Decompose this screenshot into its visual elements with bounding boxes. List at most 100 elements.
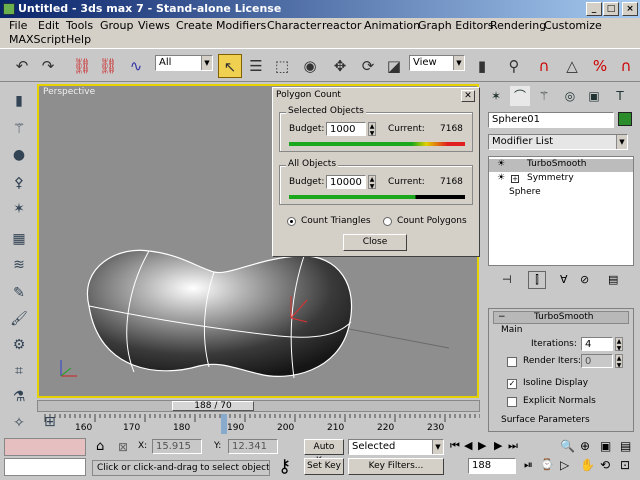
brush-icon[interactable]: ✎ [8,282,30,304]
bind-space-warp-icon[interactable]: ∿ [124,54,148,78]
menu-customize[interactable]: Customize [544,19,602,32]
modify-tab-icon[interactable]: ⌒ [510,86,530,106]
menu-help[interactable]: Help [66,33,91,46]
key-filters-button[interactable]: Key Filters... [348,458,444,475]
pin-stack-icon[interactable]: ⊣ [502,273,512,286]
arc-rotate-icon[interactable]: ⟲ [600,458,610,472]
pivot-center-icon[interactable]: ▮ [470,54,494,78]
go-to-end-icon[interactable]: ⏭ [508,439,518,453]
make-unique-icon[interactable]: ∀ [560,273,568,286]
zoom-extents-icon[interactable]: ▣ [600,439,611,453]
key-icon[interactable]: ⚷ [278,456,291,477]
menu-character[interactable]: Character [267,19,321,32]
y-coord-field[interactable]: 12.341 [228,439,278,454]
display-tab-icon[interactable]: ▣ [584,86,604,106]
camera-icon[interactable]: ⌗ [8,360,30,382]
lightbulb-icon[interactable]: ☀ [497,159,505,169]
rectangular-selection-icon[interactable]: ⬚ [270,54,294,78]
window-crossing-icon[interactable]: ◉ [298,54,322,78]
explicit-normals-checkbox[interactable] [507,397,517,407]
expand-icon[interactable]: + [511,175,519,183]
select-manipulate-icon[interactable]: ⚲ [502,54,526,78]
remove-modifier-icon[interactable]: ⊘ [580,273,589,286]
link-icon[interactable]: ⛓ [70,54,94,78]
lightbulb-icon[interactable]: ☀ [497,173,505,183]
auto-key-button[interactable]: Auto Key [304,439,344,466]
all-budget-spinner[interactable]: ▲ ▼ [368,175,376,190]
create-tab-icon[interactable]: ✶ [486,86,506,106]
set-key-button[interactable]: Set Key [304,458,344,475]
configure-sets-icon[interactable]: ▤ [608,273,618,286]
key-mode-icon[interactable]: ⏯ [524,458,533,472]
absolute-mode-icon[interactable]: ⊠ [118,440,128,454]
reference-coordinate-dropdown[interactable]: View ▼ [409,55,465,71]
select-object-icon[interactable]: ↖ [218,54,242,78]
close-dialog-button[interactable]: Close [343,234,407,251]
stack-item-symmetry[interactable]: ☀ + Symmetry [489,173,633,186]
pan-icon[interactable]: ✋ [580,458,595,472]
motion-tab-icon[interactable]: ◎ [560,86,580,106]
light-icon[interactable]: ✧ [8,412,30,434]
selection-filter-dropdown[interactable]: All ▼ [155,55,213,71]
menu-tools[interactable]: Tools [66,19,93,32]
sphere-icon[interactable]: ● [8,144,30,166]
stack-item-turbosmooth[interactable]: ☀ TurboSmooth [489,159,633,172]
utilities-tab-icon[interactable]: T [610,86,630,106]
selected-budget-spinner[interactable]: ▲ ▼ [368,122,376,137]
zoom-extents-all-icon[interactable]: ▤ [620,439,631,453]
maxscript-listener-pink[interactable] [4,438,86,456]
rotate-icon[interactable]: ⟳ [356,54,380,78]
zoom-all-icon[interactable]: ⊕ [580,439,590,453]
redo-icon[interactable]: ↷ [36,54,60,78]
selected-budget-input[interactable]: 1000 [326,122,366,136]
show-end-result-icon[interactable]: ⫿ [528,271,546,289]
modifier-list-dropdown[interactable]: Modifier List ▼ [488,134,628,150]
paint-icon[interactable]: 🖌 [8,308,30,330]
menu-edit[interactable]: Edit [38,19,59,32]
helper-icon[interactable]: ✶ [8,198,30,220]
render-iters-checkbox[interactable] [507,357,517,367]
time-slider-track[interactable]: 188 / 70 [37,400,480,412]
layers-icon[interactable]: ≋ [8,254,30,276]
key-set-dropdown[interactable]: Selected ▼ [348,439,444,455]
scale-icon[interactable]: ◪ [382,54,406,78]
bone-icon[interactable]: ⚴ [8,172,30,194]
gear-icon[interactable]: ⚙ [8,334,30,356]
rollout-header[interactable]: − TurboSmooth [493,311,629,324]
menu-create[interactable]: Create [176,19,213,32]
track-bar-ruler[interactable] [37,414,480,436]
iterations-input[interactable]: 4 [581,337,613,351]
x-coord-field[interactable]: 15.915 [152,439,202,454]
previous-frame-icon[interactable]: ◀ [464,439,472,452]
undo-icon[interactable]: ↶ [10,54,34,78]
menu-rendering[interactable]: Rendering [490,19,546,32]
dialog-close-icon[interactable]: ✕ [461,90,475,102]
minimize-button[interactable]: _ [586,2,602,16]
time-config-icon[interactable]: ⌚ [540,458,554,471]
material-icon[interactable]: ▦ [8,228,30,250]
selection-lock-icon[interactable]: ⌂ [96,439,104,454]
menu-group[interactable]: Group [100,19,134,32]
count-triangles-radio[interactable] [287,217,296,226]
maximize-viewport-icon[interactable]: ⊡ [620,458,630,472]
next-frame-icon[interactable]: ▶ [494,439,502,452]
hierarchy-icon[interactable]: ⚚ [8,118,30,140]
current-frame-field[interactable]: 188 [468,458,516,474]
menu-modifiers[interactable]: Modifiers [216,19,266,32]
move-icon[interactable]: ✥ [328,54,352,78]
hierarchy-tab-icon[interactable]: ⚚ [534,86,554,106]
maximize-button[interactable]: □ [603,2,619,16]
unlink-icon[interactable]: ⛓ [96,54,120,78]
menu-reactor[interactable]: reactor [322,19,361,32]
zoom-icon[interactable]: 🔍 [560,439,575,453]
render-icon[interactable]: ⚗ [8,386,30,408]
go-to-start-icon[interactable]: ⏮ [450,439,460,453]
open-mini-curve-icon[interactable]: ⊞ [44,414,56,430]
all-budget-input[interactable]: 10000 [326,175,366,189]
angle-snap-icon[interactable]: △ [560,54,584,78]
menu-maxscript[interactable]: MAXScript [9,33,65,46]
snap-toggle-icon[interactable]: ∩ [532,54,556,78]
play-icon[interactable]: ▶ [478,439,486,452]
isoline-display-checkbox[interactable]: ✓ [507,379,517,389]
select-by-name-icon[interactable]: ☰ [244,54,268,78]
